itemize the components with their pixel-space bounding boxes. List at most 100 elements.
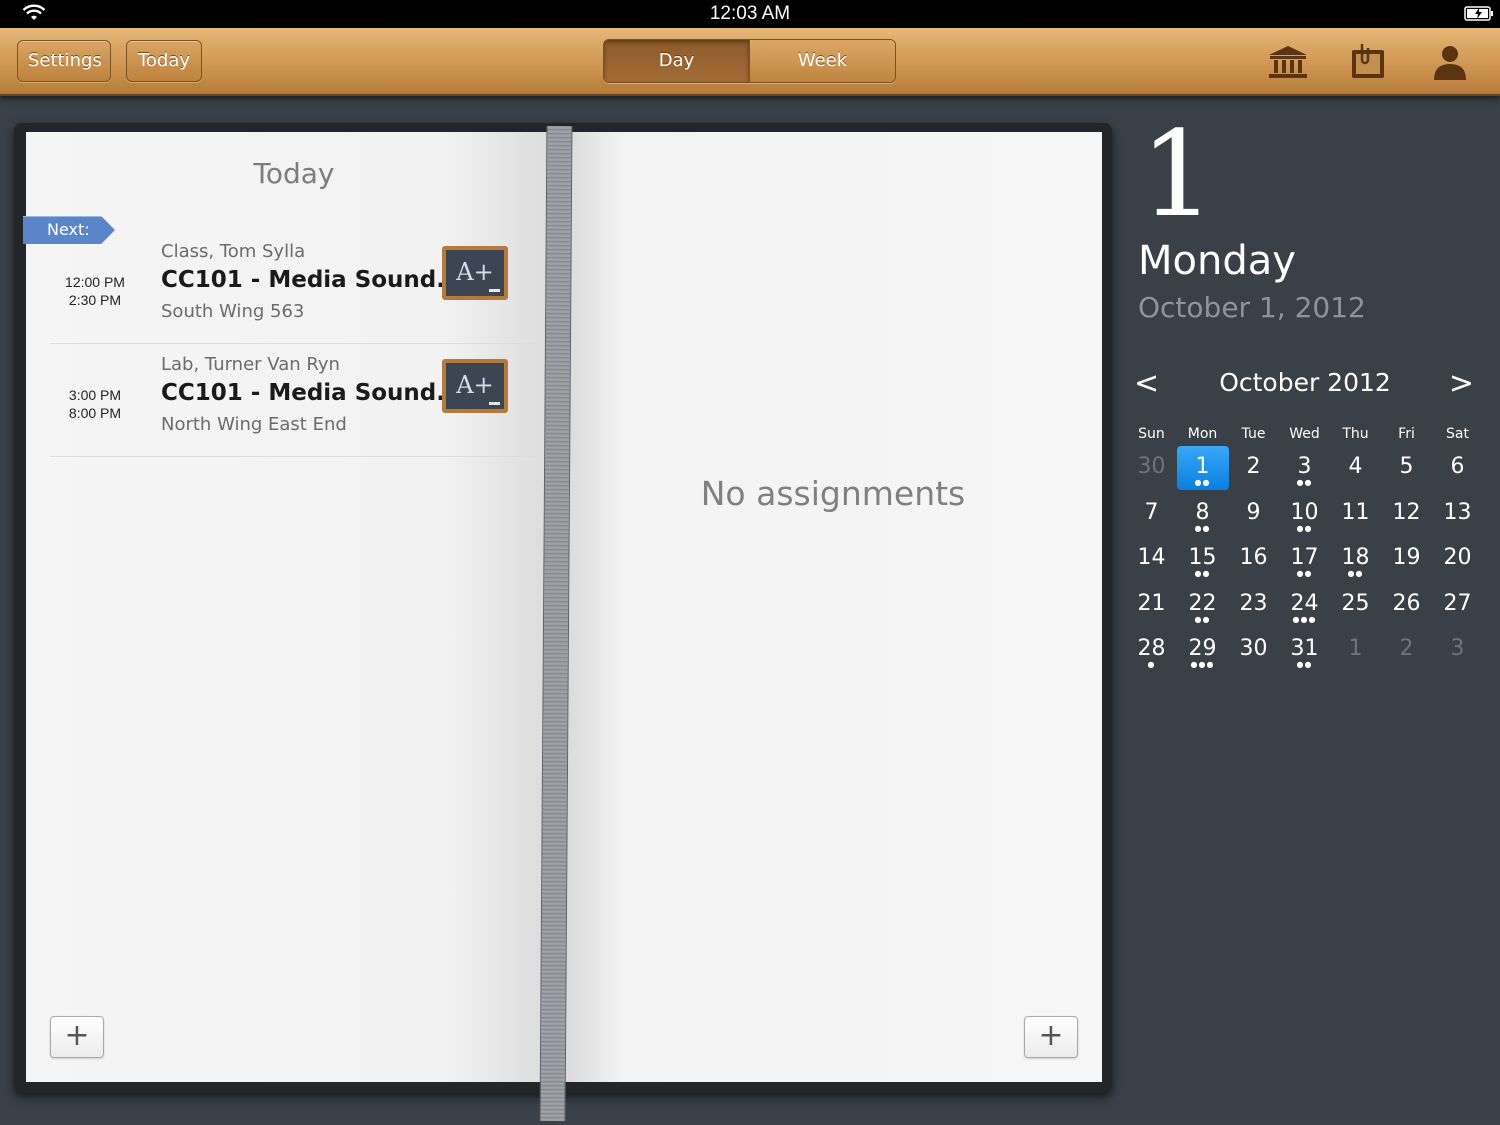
event-item[interactable]: 3:00 PM 8:00 PM Lab, Turner Van Ryn CC10…: [50, 344, 535, 457]
day-number-label: 3: [1450, 636, 1465, 661]
chalkboard-icon: A+: [442, 359, 508, 413]
day-number-label: 1: [1195, 454, 1210, 479]
notes-icon[interactable]: [1348, 42, 1392, 82]
calendar-day[interactable]: 24 ●●●: [1279, 582, 1330, 628]
day-number-label: 11: [1341, 499, 1370, 525]
calendar-day[interactable]: 2: [1228, 445, 1279, 491]
event-dots-indicator: ●●: [1296, 660, 1313, 669]
weekday-header: Mon: [1187, 426, 1218, 442]
day-number-label: 15: [1188, 545, 1217, 570]
calendar-day[interactable]: 25: [1330, 582, 1381, 628]
assignments-page: [560, 132, 1102, 1082]
calendar-day[interactable]: 29 ●●●: [1177, 627, 1228, 673]
view-segmented-control: Day Week: [603, 39, 896, 83]
calendar-day[interactable]: 18 ●●: [1330, 536, 1381, 582]
svg-text:A+: A+: [455, 258, 493, 286]
settings-button[interactable]: Settings: [17, 40, 111, 82]
day-number-label: 2: [1399, 636, 1414, 661]
calendar-day[interactable]: 3: [1432, 627, 1483, 673]
event-dots-indicator: ●●●: [1190, 660, 1215, 669]
event-meta: Lab, Turner Van Ryn: [161, 354, 340, 375]
day-number-label: 24: [1290, 590, 1319, 616]
calendar-week-row: 28 ● 29 ●●● 30 31 ●● 1 2 3: [1126, 627, 1483, 673]
day-number-label: 22: [1188, 590, 1217, 616]
calendar-day[interactable]: 7: [1126, 491, 1177, 537]
day-number-label: 30: [1239, 636, 1268, 661]
day-number-label: 16: [1239, 545, 1268, 570]
event-dots-indicator: ●: [1147, 660, 1156, 669]
calendar-day[interactable]: 28 ●: [1126, 627, 1177, 673]
day-number-label: 23: [1239, 590, 1268, 616]
event-location: South Wing 563: [161, 301, 305, 322]
day-number-label: 10: [1290, 499, 1319, 525]
calendar-nav: < October 2012 >: [1130, 366, 1480, 402]
calendar-day[interactable]: 12: [1381, 491, 1432, 537]
event-title: CC101 - Media Sound...: [161, 380, 463, 406]
event-times: 3:00 PM 8:00 PM: [50, 386, 140, 422]
weekday-header: Thu: [1342, 426, 1369, 442]
empty-assignments-message: No assignments: [700, 474, 966, 513]
calendar-day[interactable]: 26: [1381, 582, 1432, 628]
weekday-header: Wed: [1289, 426, 1320, 442]
day-number-label: 31: [1290, 636, 1319, 661]
calendar-week-row: 7 8 ●● 9 10 ●● 11 12 13: [1126, 491, 1483, 537]
event-start-time: 3:00 PM: [68, 387, 122, 403]
calendar-month-label: October 2012: [1219, 368, 1391, 397]
calendar-day[interactable]: 10 ●●: [1279, 491, 1330, 537]
calendar-day[interactable]: 23: [1228, 582, 1279, 628]
day-number-label: 30: [1137, 454, 1166, 479]
calendar-day[interactable]: 3 ●●: [1279, 445, 1330, 491]
day-number-label: 8: [1195, 499, 1210, 525]
calendar-day[interactable]: 6: [1432, 445, 1483, 491]
add-assignment-button[interactable]: +: [1024, 1016, 1078, 1058]
today-button[interactable]: Today: [126, 40, 202, 82]
day-number-label: 12: [1392, 499, 1421, 525]
day-number-label: 14: [1137, 545, 1166, 570]
calendar-day[interactable]: 9: [1228, 491, 1279, 537]
institution-icon[interactable]: [1266, 42, 1310, 82]
day-number-label: 7: [1144, 499, 1159, 525]
day-number: 1: [1140, 105, 1216, 243]
toolbar: Settings Today Day Week: [0, 28, 1500, 96]
event-dots-indicator: ●●●: [1292, 614, 1317, 624]
calendar-day[interactable]: 17 ●●: [1279, 536, 1330, 582]
calendar-day[interactable]: 30: [1126, 445, 1177, 491]
calendar-day[interactable]: 20: [1432, 536, 1483, 582]
full-date: October 1, 2012: [1138, 291, 1366, 324]
calendar-day-selected[interactable]: 1 ●●: [1176, 445, 1229, 491]
day-number-label: 5: [1399, 454, 1414, 479]
profile-icon[interactable]: [1428, 42, 1472, 82]
calendar-day[interactable]: 19: [1381, 536, 1432, 582]
day-number-label: 21: [1137, 590, 1166, 616]
calendar-week-row: 21 22 ●● 23 24 ●●● 25 26 27: [1126, 582, 1483, 628]
event-dots-indicator: ●●: [1347, 569, 1364, 578]
day-number-label: 26: [1392, 590, 1421, 616]
calendar-day[interactable]: 1: [1330, 627, 1381, 673]
calendar-day[interactable]: 2: [1381, 627, 1432, 673]
event-dots-indicator: ●●: [1194, 523, 1211, 533]
calendar-day[interactable]: 21: [1126, 582, 1177, 628]
clock: 12:03 AM: [709, 3, 791, 24]
calendar-day[interactable]: 14: [1126, 536, 1177, 582]
event-item[interactable]: 12:00 PM 2:30 PM Class, Tom Sylla CC101 …: [50, 231, 535, 344]
chalkboard-icon: A+: [442, 246, 508, 300]
next-month-button[interactable]: >: [1449, 366, 1474, 401]
status-bar: 12:03 AM: [0, 0, 1500, 28]
calendar-day[interactable]: 31 ●●: [1279, 627, 1330, 673]
tab-day[interactable]: Day: [604, 40, 749, 82]
calendar-day[interactable]: 5: [1381, 445, 1432, 491]
calendar-day[interactable]: 4: [1330, 445, 1381, 491]
calendar-day[interactable]: 27: [1432, 582, 1483, 628]
calendar-day[interactable]: 11: [1330, 491, 1381, 537]
calendar-day[interactable]: 15 ●●: [1177, 536, 1228, 582]
calendar-day[interactable]: 8 ●●: [1177, 491, 1228, 537]
event-dots-indicator: ●●: [1296, 523, 1313, 533]
calendar-day[interactable]: 13: [1432, 491, 1483, 537]
tab-week[interactable]: Week: [749, 40, 895, 82]
calendar-day[interactable]: 30: [1228, 627, 1279, 673]
day-number-label: 4: [1348, 454, 1363, 479]
calendar-day[interactable]: 16: [1228, 536, 1279, 582]
calendar-day[interactable]: 22 ●●: [1177, 582, 1228, 628]
add-event-button[interactable]: +: [50, 1016, 104, 1058]
calendar-week-row: 14 15 ●● 16 17 ●● 18 ●● 19 20: [1126, 536, 1483, 582]
